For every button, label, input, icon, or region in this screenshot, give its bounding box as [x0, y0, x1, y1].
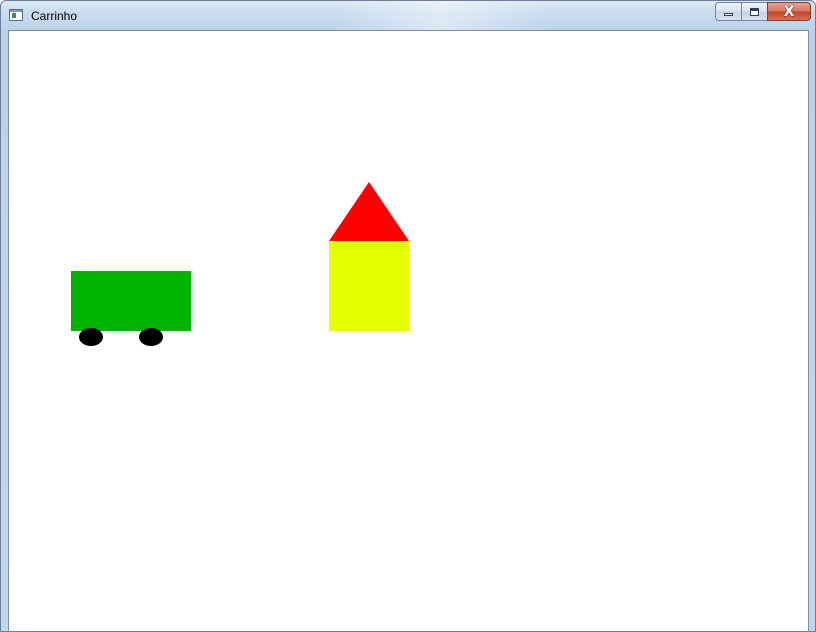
maximize-icon: [750, 7, 759, 16]
title-bar[interactable]: Carrinho X: [1, 1, 815, 31]
caption-buttons: X: [715, 2, 811, 21]
drawing-canvas[interactable]: [8, 30, 809, 631]
close-button[interactable]: X: [767, 2, 811, 21]
car-body: [71, 271, 191, 331]
house-wall: [329, 241, 409, 331]
minimize-button[interactable]: [715, 2, 741, 21]
title-bar-glow: [331, 1, 551, 31]
app-window: Carrinho X: [0, 0, 816, 632]
close-icon: X: [783, 3, 795, 20]
scene-svg: [71, 182, 409, 346]
window-title: Carrinho: [31, 9, 78, 23]
minimize-icon: [724, 12, 733, 16]
maximize-button[interactable]: [741, 2, 767, 21]
car-wheel-right: [139, 328, 163, 346]
house-roof: [329, 182, 409, 241]
window-app-icon[interactable]: [9, 9, 23, 21]
car-wheel-left: [79, 328, 103, 346]
